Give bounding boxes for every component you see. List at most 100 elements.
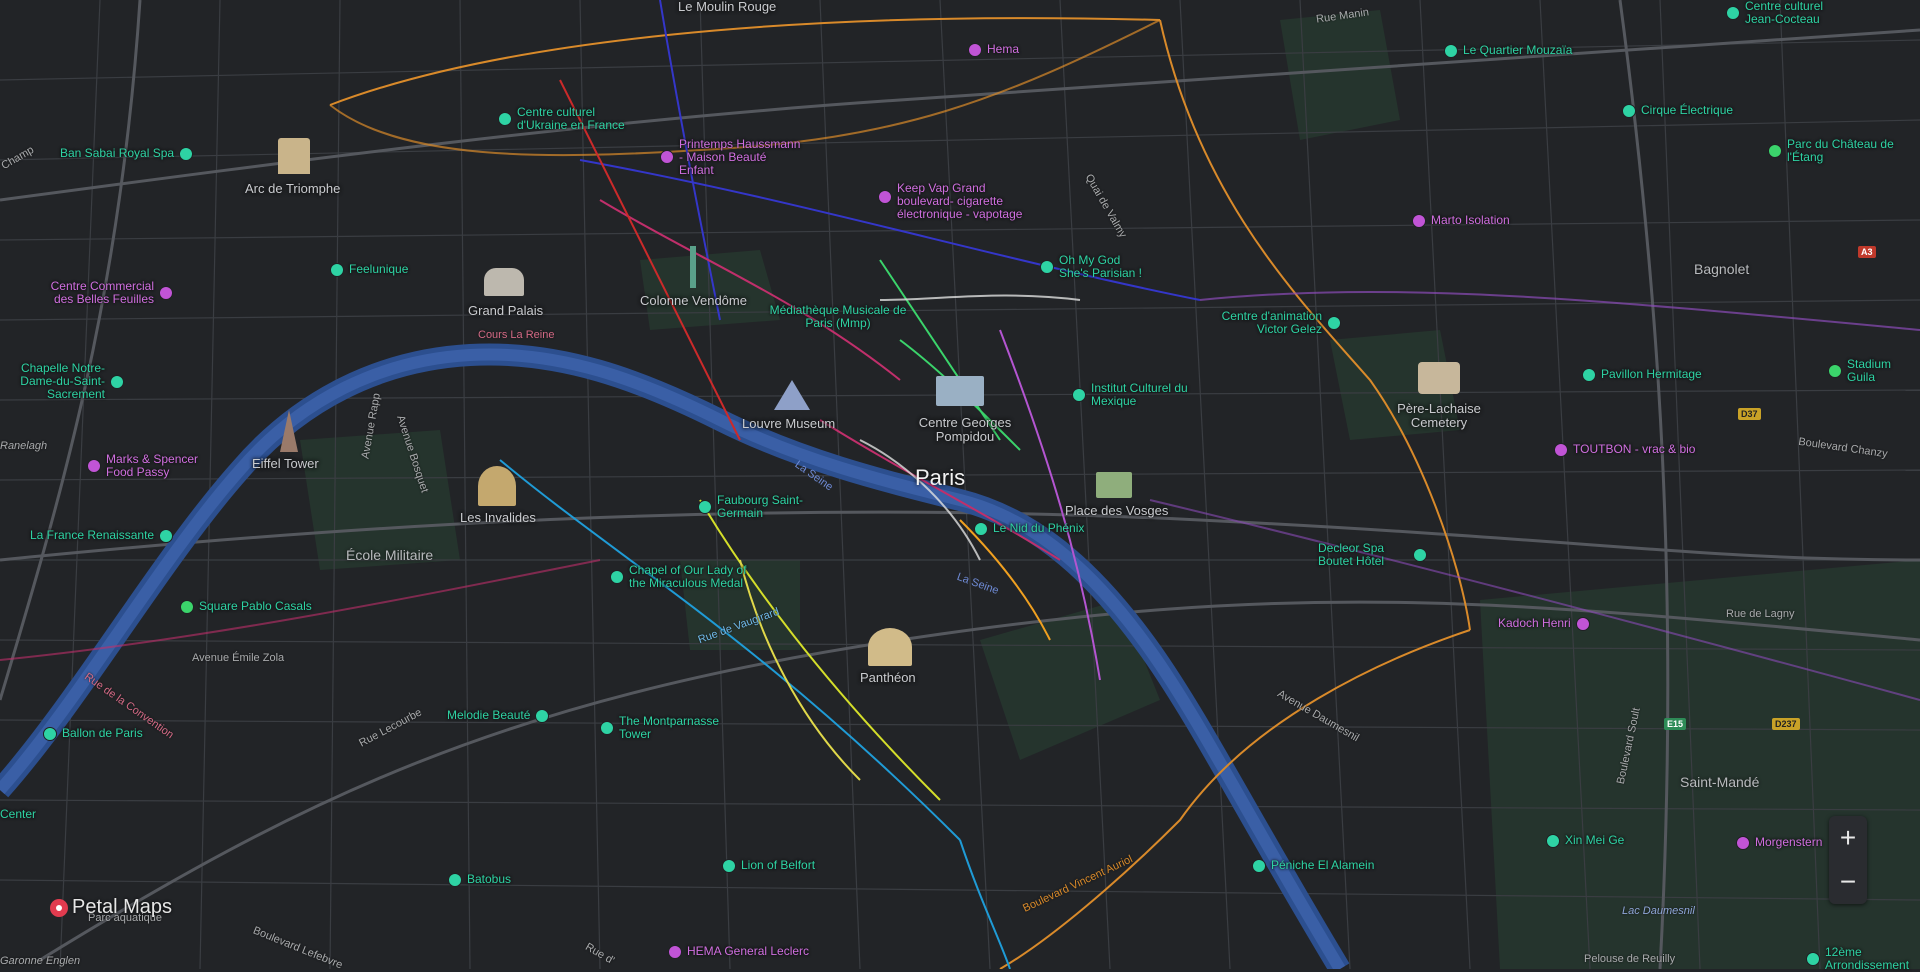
street-label: Cours La Reine	[478, 329, 555, 341]
eiffel-tower-icon[interactable]	[280, 410, 298, 452]
poi-marker[interactable]: Ban Sabai Royal Spa	[60, 147, 194, 161]
place-label: Colonne Vendôme	[640, 293, 747, 308]
poi-marker[interactable]: Printemps Haussmann - Maison Beauté Enfa…	[660, 137, 804, 178]
place-des-vosges-icon[interactable]	[1096, 472, 1132, 498]
poi-marker[interactable]: Médiathèque Musicale de Paris (Mmp)	[768, 303, 908, 330]
poi-marker[interactable]: Institut Culturel du Mexique	[1072, 381, 1191, 408]
shopping-icon	[1554, 443, 1568, 457]
location-icon	[1828, 364, 1842, 379]
poi-marker[interactable]: Oh My God She's Parisian !	[1040, 253, 1149, 280]
poi-marker[interactable]: Parc du Château de l'Étang	[1768, 137, 1897, 164]
poi-marker[interactable]: Stadium Guila	[1828, 357, 1920, 384]
location-icon	[1252, 859, 1266, 873]
arc-de-triomphe-icon[interactable]	[278, 138, 310, 174]
map-canvas[interactable]: Bagnolet Saint-Mandé École Militaire Par…	[0, 0, 1920, 972]
location-icon	[1622, 104, 1636, 118]
street-label: Avenue Émile Zola	[192, 652, 285, 664]
place-label: Panthéon	[860, 670, 916, 685]
poi-marker[interactable]: Faubourg Saint-Germain	[698, 493, 807, 520]
location-icon	[1413, 548, 1427, 563]
location-icon	[1327, 316, 1341, 331]
district-label: Bagnolet	[1694, 261, 1750, 277]
poi-marker[interactable]: Xin Mei Ge	[1546, 834, 1624, 848]
street-label: Rue de Lagny	[1726, 608, 1795, 620]
place-label: Les Invalides	[460, 510, 536, 525]
poi-marker[interactable]: Ballon de Paris	[43, 727, 143, 741]
location-icon	[600, 721, 614, 736]
location-icon	[610, 570, 624, 585]
poi-marker[interactable]: Batobus	[448, 873, 511, 887]
poi-marker[interactable]: Marks & Spencer Food Passy	[87, 452, 206, 479]
zoom-out-button[interactable]: −	[1829, 860, 1867, 904]
zoom-control: + −	[1829, 816, 1867, 904]
poi-marker[interactable]: TOUTBON - vrac & bio	[1554, 443, 1695, 457]
place-label: Le Moulin Rouge	[678, 0, 777, 14]
shopping-icon	[87, 459, 101, 474]
park-area	[1280, 10, 1400, 140]
street-label: Garonne Englen	[0, 955, 81, 967]
place-label: Centre Georges Pompidou	[918, 415, 1012, 445]
poi-marker[interactable]: Center	[0, 807, 36, 821]
place-label: Père-Lachaise Cemetery	[1397, 401, 1481, 431]
poi-marker[interactable]: Melodie Beauté	[447, 709, 550, 723]
poi-marker[interactable]: Decleor Spa Boutet Hôtel	[1318, 541, 1427, 568]
pere-lachaise-icon[interactable]	[1418, 362, 1460, 394]
poi-marker[interactable]: Hema	[968, 43, 1019, 57]
poi-marker[interactable]: Marto Isolation	[1412, 214, 1510, 228]
shopping-icon	[668, 945, 682, 959]
pompidou-icon[interactable]	[936, 376, 984, 406]
shopping-icon	[159, 286, 173, 301]
location-icon	[974, 522, 988, 536]
place-label: Grand Palais	[468, 303, 544, 318]
pantheon-icon[interactable]	[868, 628, 912, 666]
district-label: Saint-Mandé	[1680, 774, 1760, 790]
poi-marker[interactable]: Feelunique	[330, 263, 408, 277]
location-icon	[1546, 834, 1560, 848]
poi-marker[interactable]: Keep Vap Grand boulevard- cigarette élec…	[878, 181, 1037, 222]
road-badge: E15	[1664, 718, 1687, 730]
poi-marker[interactable]: Péniche El Alamein	[1252, 859, 1374, 873]
poi-marker[interactable]: Kadoch Henri	[1498, 617, 1590, 631]
poi-marker[interactable]: Chapelle Notre-Dame-du-Saint-Sacrement	[0, 361, 124, 402]
poi-marker[interactable]: Chapel of Our Lady of the Miraculous Med…	[610, 563, 759, 590]
louvre-pyramid-icon[interactable]	[774, 380, 810, 410]
column-icon[interactable]	[690, 246, 696, 288]
poi-marker[interactable]: Centre culturel d'Ukraine en France	[498, 105, 637, 132]
poi-marker[interactable]: Square Pablo Casals	[180, 600, 312, 614]
shopping-icon	[968, 43, 982, 57]
location-icon	[698, 500, 712, 515]
zoom-in-button[interactable]: +	[1829, 816, 1867, 860]
road-badge: D237	[1772, 718, 1800, 730]
location-icon	[535, 709, 550, 723]
shopping-icon	[1412, 214, 1426, 228]
location-icon	[448, 873, 462, 887]
poi-marker[interactable]: 12ème Arrondissement	[1806, 945, 1909, 972]
location-icon	[1582, 368, 1596, 382]
street-label: Ranelagh	[0, 440, 48, 452]
poi-marker[interactable]: Pavillon Hermitage	[1582, 368, 1702, 382]
poi-marker[interactable]: La France Renaissante	[30, 529, 174, 543]
street-label: Pelouse de Reuilly	[1584, 953, 1676, 965]
poi-marker[interactable]: Centre culturel Jean-Cocteau	[1726, 0, 1845, 26]
place-label: Eiffel Tower	[252, 456, 319, 471]
location-icon	[159, 529, 174, 543]
petal-maps-icon	[50, 898, 68, 917]
location-icon	[179, 147, 194, 161]
location-icon	[1040, 260, 1054, 275]
poi-marker[interactable]: Morgenstern	[1736, 836, 1822, 850]
location-icon	[110, 374, 124, 389]
poi-marker[interactable]: Lion of Belfort	[722, 859, 815, 873]
street-label: Lac Daumesnil	[1622, 905, 1695, 917]
poi-marker[interactable]: HEMA General Leclerc	[668, 945, 809, 959]
grand-palais-icon[interactable]	[484, 268, 524, 296]
invalides-icon[interactable]	[478, 466, 516, 506]
poi-marker[interactable]: Centre d'animation Victor Gelez	[1202, 309, 1341, 336]
poi-marker[interactable]: The Montparnasse Tower	[600, 714, 729, 741]
poi-marker[interactable]: Centre Commercial des Belles Feuilles	[44, 279, 173, 306]
poi-marker[interactable]: Le Quartier Mouzaïa	[1444, 44, 1572, 58]
shopping-icon	[878, 190, 892, 204]
place-label: Louvre Museum	[742, 416, 836, 431]
brand-logo: Petal Maps	[50, 896, 172, 919]
poi-marker[interactable]: Cirque Électrique	[1622, 104, 1733, 118]
poi-marker[interactable]: Le Nid du Phénix	[974, 522, 1084, 536]
